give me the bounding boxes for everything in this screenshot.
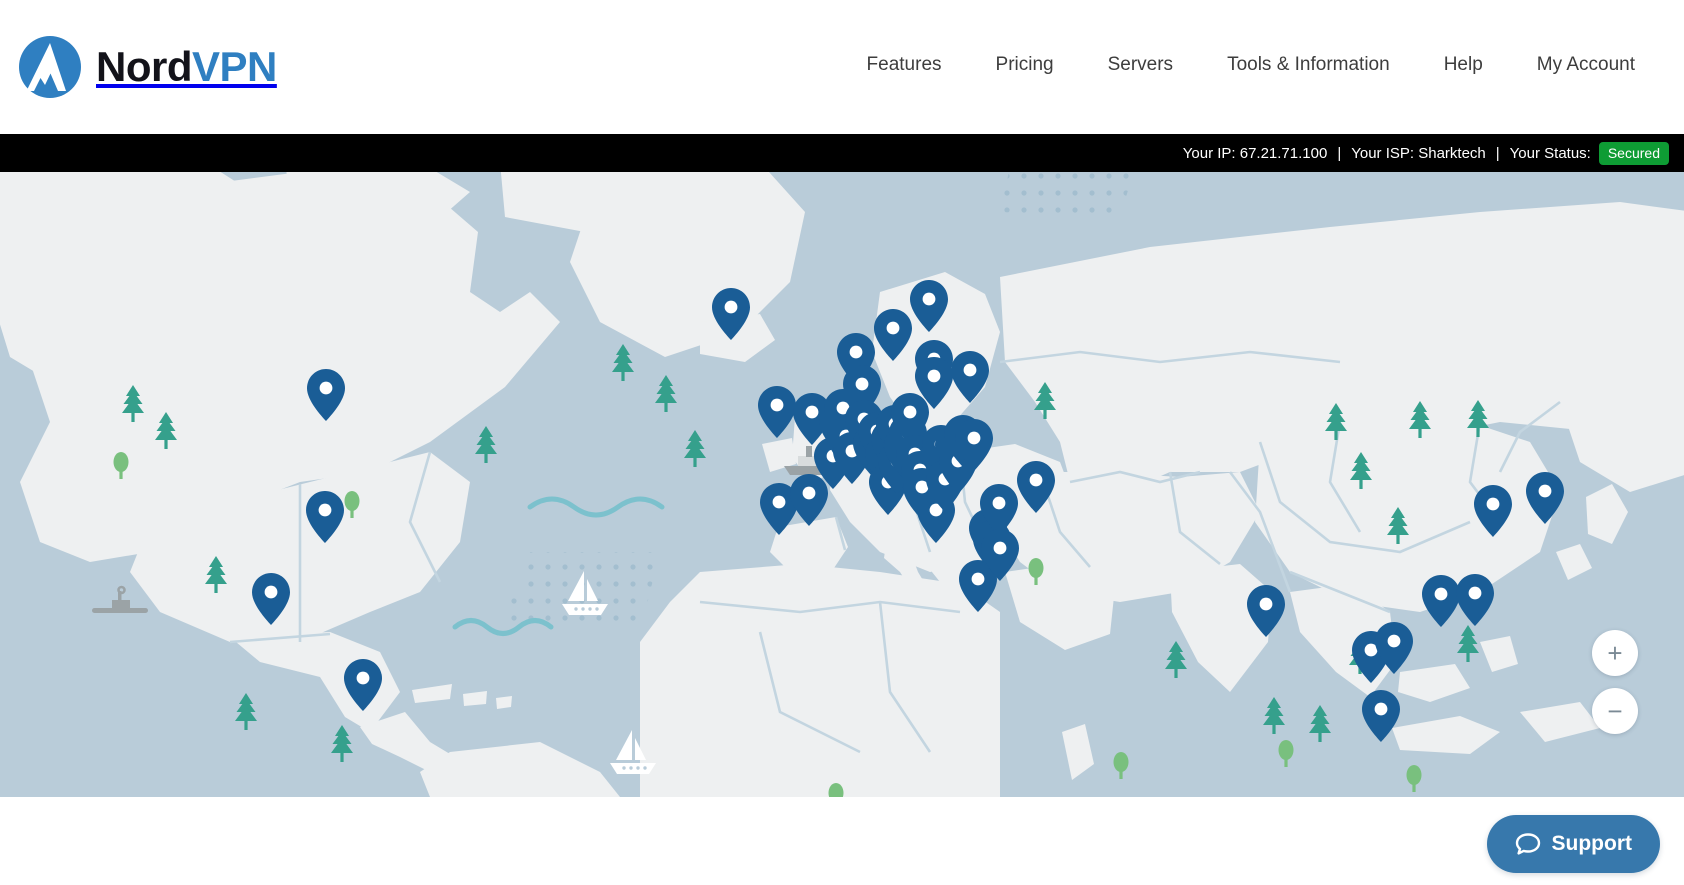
main-navigation: Features Pricing Servers Tools & Informa… — [840, 48, 1662, 82]
brand-wordmark: NordVPN — [96, 46, 277, 88]
status-separator-2: | — [1486, 145, 1510, 162]
connection-status-bar: Your IP: 67.21.71.100 | Your ISP: Sharkt… — [0, 134, 1684, 172]
chat-bubble-icon — [1515, 832, 1541, 856]
support-chat-button[interactable]: Support — [1487, 815, 1660, 873]
your-status-label: Your Status: — [1510, 145, 1591, 162]
map-zoom-out-button[interactable]: − — [1592, 688, 1638, 734]
site-header: NordVPN Features Pricing Servers Tools &… — [0, 0, 1684, 134]
nordvpn-logo-link[interactable]: NordVPN — [18, 36, 277, 98]
status-separator-1: | — [1327, 145, 1351, 162]
support-button-label: Support — [1552, 832, 1632, 856]
your-ip-label: Your IP: 67.21.71.100 — [1183, 145, 1328, 162]
nav-item-my-account[interactable]: My Account — [1510, 48, 1662, 82]
nav-item-tools-information[interactable]: Tools & Information — [1200, 48, 1417, 82]
nav-item-features[interactable]: Features — [840, 48, 969, 82]
brand-vpn-text: VPN — [192, 43, 277, 90]
server-locations-map[interactable]: + − — [0, 172, 1684, 797]
world-map-svg — [0, 172, 1684, 797]
map-zoom-in-button[interactable]: + — [1592, 630, 1638, 676]
nordvpn-mountain-logo-icon — [18, 36, 82, 98]
brand-nord-text: Nord — [96, 43, 192, 90]
nav-item-servers[interactable]: Servers — [1081, 48, 1200, 82]
your-isp-label: Your ISP: Sharktech — [1351, 145, 1486, 162]
nav-item-help[interactable]: Help — [1417, 48, 1510, 82]
status-badge: Secured — [1599, 142, 1669, 165]
nav-item-pricing[interactable]: Pricing — [969, 48, 1081, 82]
map-zoom-controls: + − — [1592, 630, 1638, 734]
